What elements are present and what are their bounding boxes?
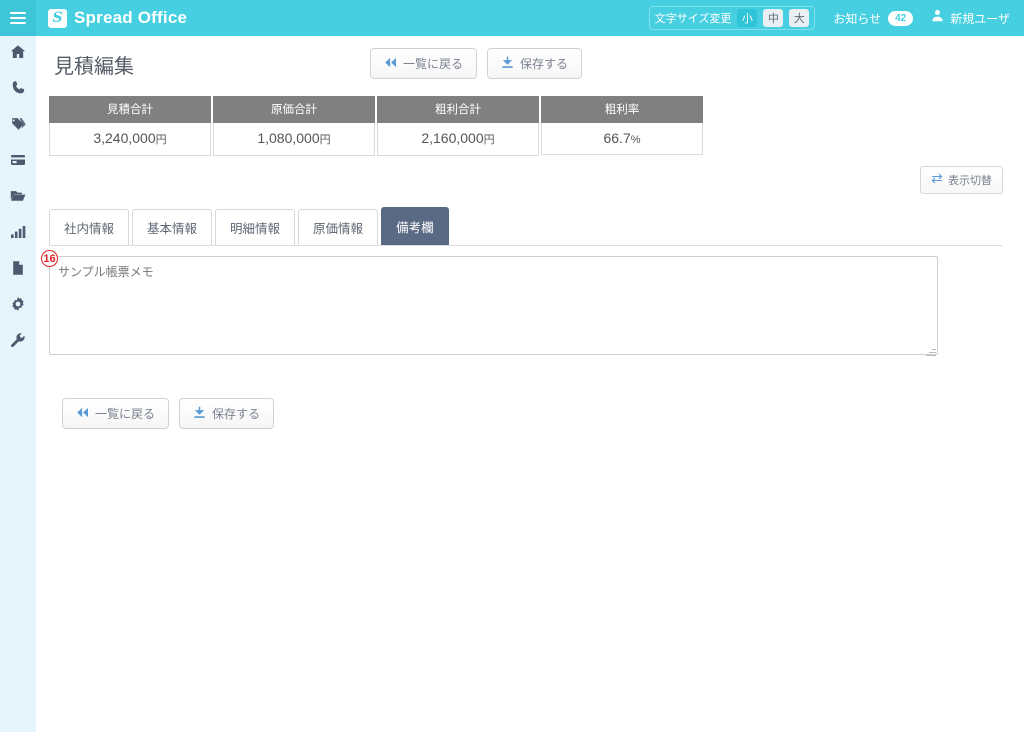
font-size-small-button[interactable]: 小 — [737, 9, 758, 27]
document-icon — [10, 260, 26, 281]
notifications-label: お知らせ — [833, 11, 882, 26]
rewind-icon — [76, 407, 89, 421]
font-size-label: 文字サイズ変更 — [654, 13, 732, 25]
notifications-count-badge: 42 — [888, 10, 914, 26]
memo-field-wrapper — [49, 246, 938, 360]
save-label: 保存する — [520, 57, 569, 71]
summary-unit: 円 — [483, 134, 495, 146]
wrench-icon — [10, 332, 26, 353]
summary-number: 3,240,000 — [93, 130, 156, 146]
display-toggle-button[interactable]: 表示切替 — [920, 166, 1003, 194]
sidebar-item-home[interactable] — [0, 36, 36, 72]
tags-icon — [10, 116, 26, 137]
summary-header-estimate-total: 見積合計 — [49, 96, 211, 123]
save-button-top[interactable]: 保存する — [487, 48, 583, 79]
summary-unit: 円 — [319, 134, 331, 146]
page-header: 見積編集 一覧に戻る 保存する — [36, 36, 1024, 92]
summary-unit: % — [630, 134, 641, 146]
footer-action-buttons: 一覧に戻る 保存する — [62, 398, 1024, 429]
left-sidebar — [0, 36, 36, 732]
page-title: 見積編集 — [54, 55, 134, 78]
card-icon — [10, 152, 26, 173]
brand-name: Spread Office — [74, 8, 188, 27]
sidebar-item-card[interactable] — [0, 144, 36, 180]
brand-logo[interactable]: Spread Office — [36, 0, 187, 36]
font-size-control: 文字サイズ変更 小 中 大 — [648, 6, 816, 30]
gear-icon — [10, 296, 26, 317]
back-to-list-button-top[interactable]: 一覧に戻る — [370, 48, 478, 79]
back-to-list-label: 一覧に戻る — [95, 407, 156, 421]
download-icon — [501, 56, 514, 72]
bar-chart-icon — [10, 224, 26, 245]
tab-detail-info[interactable]: 明細情報 — [215, 209, 296, 245]
summary-value-gross-profit: 2,160,000円 — [377, 123, 539, 156]
summary-number: 1,080,000 — [257, 130, 320, 146]
user-icon — [931, 9, 944, 27]
back-to-list-label: 一覧に戻る — [403, 57, 464, 71]
swap-arrows-icon — [931, 173, 943, 187]
summary-header-gross-margin-rate: 粗利率 — [541, 96, 703, 123]
top-header-bar: Spread Office 文字サイズ変更 小 中 大 お知らせ 42 新規ユー… — [0, 0, 1024, 36]
main-content: 見積編集 一覧に戻る 保存する 見積合計 3,240,000円 原価合計 1,0… — [36, 36, 1024, 732]
header-action-buttons: 一覧に戻る 保存する — [370, 48, 583, 79]
download-icon — [193, 406, 206, 422]
summary-value-cost-total: 1,080,000円 — [213, 123, 375, 156]
hamburger-icon — [10, 9, 26, 27]
user-menu[interactable]: 新規ユーザ — [931, 9, 1014, 27]
font-size-medium-button[interactable]: 中 — [763, 9, 784, 27]
sidebar-item-tools[interactable] — [0, 324, 36, 360]
display-toggle-row: 表示切替 — [36, 156, 1024, 194]
remarks-panel: 16 一覧に戻る 保存する — [36, 246, 1024, 429]
sidebar-item-phone[interactable] — [0, 72, 36, 108]
tab-remarks[interactable]: 備考欄 — [381, 207, 449, 245]
user-name: 新規ユーザ — [950, 11, 1010, 26]
sidebar-item-settings[interactable] — [0, 288, 36, 324]
summary-number: 66.7 — [603, 130, 631, 146]
spreadoffice-logo-icon — [48, 8, 67, 28]
summary-cell-estimate-total: 見積合計 3,240,000円 — [49, 96, 211, 156]
tab-internal-info[interactable]: 社内情報 — [49, 209, 130, 245]
rewind-icon — [384, 57, 397, 71]
phone-icon — [11, 80, 26, 100]
summary-table: 見積合計 3,240,000円 原価合計 1,080,000円 粗利合計 2,1… — [49, 96, 1024, 156]
sidebar-item-folder[interactable] — [0, 180, 36, 216]
sidebar-item-tags[interactable] — [0, 108, 36, 144]
header-right-controls: 文字サイズ変更 小 中 大 お知らせ 42 新規ユーザ — [648, 0, 1024, 36]
summary-number: 2,160,000 — [421, 130, 484, 146]
summary-cell-cost-total: 原価合計 1,080,000円 — [213, 96, 375, 156]
font-size-large-button[interactable]: 大 — [789, 9, 810, 27]
sidebar-item-report[interactable] — [0, 216, 36, 252]
step-marker-16: 16 — [41, 250, 58, 267]
folder-icon — [10, 188, 26, 209]
summary-unit: 円 — [155, 134, 167, 146]
save-button-bottom[interactable]: 保存する — [179, 398, 275, 429]
home-icon — [10, 44, 26, 65]
sidebar-item-document[interactable] — [0, 252, 36, 288]
tab-cost-info[interactable]: 原価情報 — [298, 209, 379, 245]
tab-bar: 社内情報 基本情報 明細情報 原価情報 備考欄 — [49, 207, 1024, 245]
notifications-link[interactable]: お知らせ 42 — [833, 10, 914, 27]
save-label: 保存する — [212, 407, 261, 421]
display-toggle-label: 表示切替 — [948, 175, 992, 187]
summary-value-gross-margin-rate: 66.7% — [541, 123, 703, 155]
remarks-textarea[interactable] — [49, 256, 938, 355]
back-to-list-button-bottom[interactable]: 一覧に戻る — [62, 398, 170, 429]
summary-value-estimate-total: 3,240,000円 — [49, 123, 211, 156]
summary-cell-gross-profit: 粗利合計 2,160,000円 — [377, 96, 539, 156]
tab-basic-info[interactable]: 基本情報 — [132, 209, 213, 245]
summary-header-gross-profit: 粗利合計 — [377, 96, 539, 123]
summary-cell-gross-margin-rate: 粗利率 66.7% — [541, 96, 703, 156]
menu-toggle-button[interactable] — [0, 0, 36, 36]
summary-header-cost-total: 原価合計 — [213, 96, 375, 123]
